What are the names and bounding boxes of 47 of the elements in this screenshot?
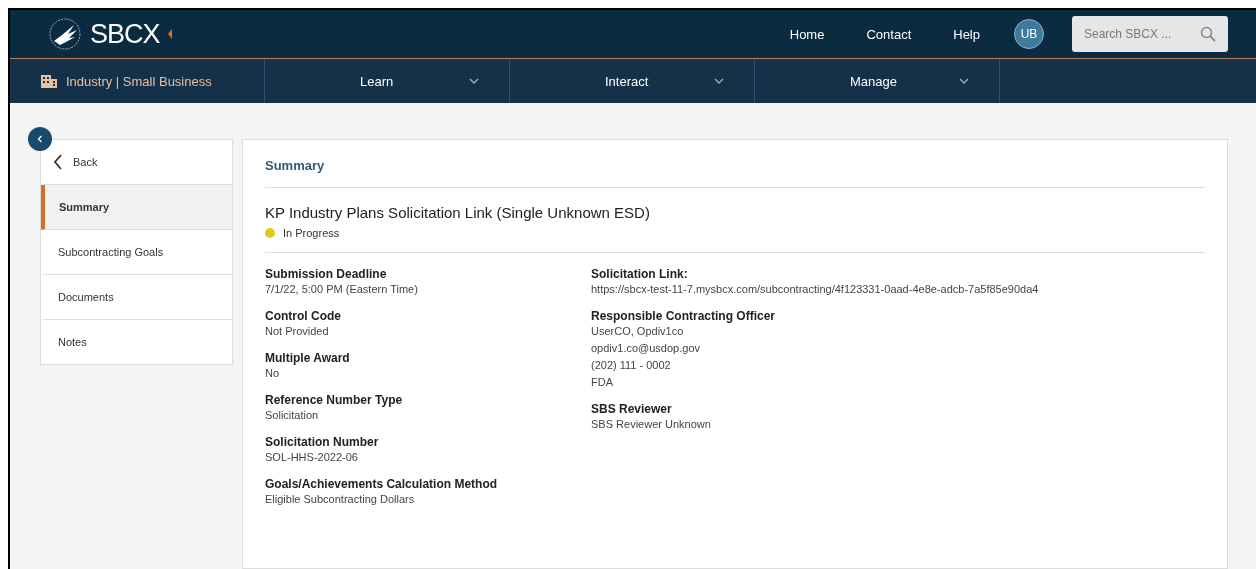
field-value: UserCO, Opdiv1co xyxy=(591,324,685,339)
nav-menu[interactable]: Manage xyxy=(755,59,1000,103)
header-link[interactable]: Help xyxy=(953,26,980,42)
user-avatar[interactable]: UB xyxy=(1014,19,1044,49)
field-label: Reference Number Type xyxy=(265,393,404,407)
section-heading: Summary xyxy=(265,140,1205,188)
field-label: Control Code xyxy=(265,309,342,323)
field-value: No xyxy=(265,366,281,381)
record-title: KP Industry Plans Solicitation Link (Single Unknown ESD) xyxy=(265,204,651,221)
field-value: Eligible Subcontracting Dollars xyxy=(265,492,416,507)
header-link[interactable]: Contact xyxy=(866,26,912,42)
field-label: Solicitation Link: xyxy=(591,267,689,281)
nav-menu[interactable]: Learn xyxy=(265,59,510,103)
field-value: Solicitation xyxy=(265,408,320,423)
chevron-down-icon xyxy=(469,78,479,84)
search-field[interactable]: Search SBCX ... xyxy=(1072,16,1228,52)
sidebar-item[interactable]: Subcontracting Goals xyxy=(41,230,232,275)
chevron-down-icon xyxy=(959,78,969,84)
section-label: Industry | Small Business xyxy=(66,73,212,89)
sidebar-item[interactable]: Documents xyxy=(41,275,232,320)
field-label: Solicitation Number xyxy=(265,435,380,449)
field-value: opdiv1.co@usdop.gov xyxy=(591,341,702,356)
sidebar-item[interactable]: Summary xyxy=(41,185,232,230)
chevron-down-icon xyxy=(714,78,724,84)
chevron-left-icon xyxy=(53,154,63,170)
collapse-button[interactable] xyxy=(28,127,52,151)
field-label: Multiple Award xyxy=(265,351,351,365)
field-label: Responsible Contracting Officer xyxy=(591,309,777,323)
field-value: 7/1/22, 5:00 PM (Eastern Time) xyxy=(265,282,419,297)
chevron-left-icon xyxy=(37,135,43,143)
building-icon xyxy=(40,73,58,89)
logo-accent-icon xyxy=(167,29,172,39)
search-icon[interactable] xyxy=(1200,26,1216,42)
sidebar-item[interactable]: Notes xyxy=(41,320,232,364)
status-label: In Progress xyxy=(283,227,340,239)
field-value: Not Provided xyxy=(265,324,330,339)
header-link[interactable]: Home xyxy=(789,26,825,42)
field-label: Goals/Achievements Calculation Method xyxy=(265,477,499,491)
field-label: Submission Deadline xyxy=(265,267,388,281)
field-value: SBS Reviewer Unknown xyxy=(591,417,712,432)
field-value: https://sbcx-test-11-7.mysbcx.com/subcontracting/4f123331-0aad-4e8e-adcb-7a5f85e90da4 xyxy=(591,282,1039,297)
field-value: (202) 111 - 0002 xyxy=(591,358,672,373)
logo-text: SBCX xyxy=(90,18,160,50)
field-value: SOL-HHS-2022-06 xyxy=(265,450,359,465)
field-value: FDA xyxy=(591,375,614,390)
nav-menu[interactable]: Interact xyxy=(510,59,755,103)
field-label: SBS Reviewer xyxy=(591,402,673,416)
